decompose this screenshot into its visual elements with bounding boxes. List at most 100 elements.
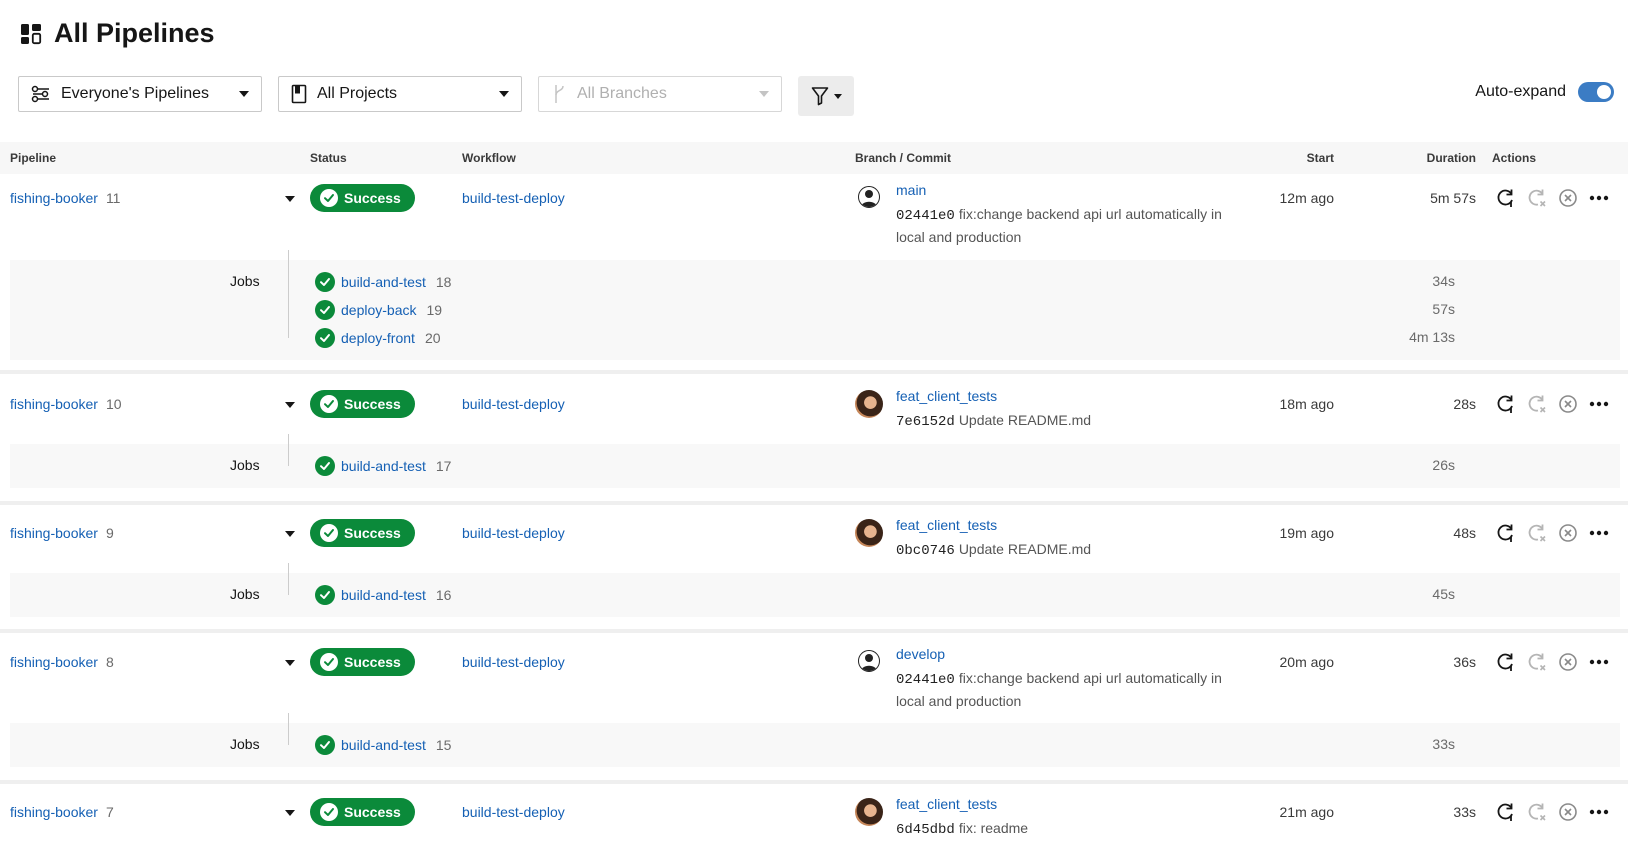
rerun-failed-icon[interactable] (1527, 188, 1547, 208)
job-name-link[interactable]: deploy-back (341, 302, 417, 318)
cancel-icon[interactable] (1558, 802, 1578, 822)
pipeline-number: 11 (105, 190, 121, 206)
more-options-icon[interactable] (1589, 802, 1609, 822)
pipeline-duration: 33s (1453, 804, 1476, 820)
job-item[interactable]: deploy-front 20 (315, 328, 441, 348)
rerun-failed-icon[interactable] (1527, 652, 1547, 672)
rerun-icon[interactable] (1496, 652, 1516, 672)
column-header-branch-commit: Branch / Commit (855, 151, 952, 165)
status-badge[interactable]: Success (310, 798, 415, 826)
expand-caret-icon[interactable] (285, 810, 295, 816)
filter-button[interactable] (798, 76, 854, 116)
job-item[interactable]: build-and-test 18 (315, 272, 451, 292)
job-item[interactable]: deploy-back 19 (315, 300, 442, 320)
commit-sha[interactable]: 0bc0746 (896, 543, 955, 559)
job-number: 18 (435, 274, 452, 290)
workflow-link[interactable]: build-test-deploy (462, 525, 565, 541)
job-number: 20 (424, 330, 441, 346)
pipeline-name-link[interactable]: fishing-booker 9 (10, 525, 114, 541)
column-header-pipeline: Pipeline (10, 151, 57, 165)
workflow-link[interactable]: build-test-deploy (462, 396, 565, 412)
rerun-failed-icon[interactable] (1527, 394, 1547, 414)
more-options-icon[interactable] (1589, 394, 1609, 414)
cancel-icon[interactable] (1558, 394, 1578, 414)
job-name-link[interactable]: build-and-test (341, 737, 426, 753)
pipeline-actions (1496, 652, 1609, 672)
workflow-link[interactable]: build-test-deploy (462, 654, 565, 670)
cancel-icon[interactable] (1558, 523, 1578, 543)
branch-link[interactable]: main (896, 182, 926, 198)
pipeline-number: 10 (105, 396, 122, 412)
job-name-link[interactable]: build-and-test (341, 458, 426, 474)
pipeline-name-link[interactable]: fishing-booker 10 (10, 396, 122, 412)
jobs-panel: Jobs build-and-test 18 34s deploy-back 1… (10, 250, 1620, 360)
cancel-icon[interactable] (1558, 652, 1578, 672)
jobs-panel: Jobs build-and-test 16 45s (10, 563, 1620, 617)
pipeline-duration: 5m 57s (1430, 190, 1476, 206)
workflow-link[interactable]: build-test-deploy (462, 190, 565, 206)
more-options-icon[interactable] (1589, 188, 1609, 208)
rerun-failed-icon[interactable] (1527, 523, 1547, 543)
branch-link[interactable]: feat_client_tests (896, 388, 997, 404)
expand-caret-icon[interactable] (285, 402, 295, 408)
status-badge[interactable]: Success (310, 648, 415, 676)
job-duration: 4m 13s (1409, 329, 1455, 345)
rerun-failed-icon[interactable] (1527, 802, 1547, 822)
projects-select[interactable]: All Projects (278, 76, 522, 112)
rerun-icon[interactable] (1496, 523, 1516, 543)
pipelines-select[interactable]: Everyone's Pipelines (18, 76, 262, 112)
job-number: 15 (435, 737, 452, 753)
jobs-tree-line (288, 434, 289, 466)
branch-link[interactable]: feat_client_tests (896, 796, 997, 812)
branch-link[interactable]: develop (896, 646, 945, 662)
filter-bar: Everyone's Pipelines All Projects All Br… (18, 76, 1614, 116)
start-time: 20m ago (1279, 654, 1334, 670)
branches-select[interactable]: All Branches (538, 76, 782, 112)
more-options-icon[interactable] (1589, 652, 1609, 672)
job-name-link[interactable]: deploy-front (341, 330, 415, 346)
status-label: Success (344, 804, 401, 820)
jobs-tree-line (288, 713, 289, 745)
sliders-icon (31, 85, 49, 103)
workflow-link[interactable]: build-test-deploy (462, 804, 565, 820)
job-name-link[interactable]: build-and-test (341, 587, 426, 603)
pipeline-name-link[interactable]: fishing-booker 7 (10, 804, 114, 820)
check-circle-icon (315, 456, 335, 476)
job-item[interactable]: build-and-test 16 (315, 585, 451, 605)
job-item[interactable]: build-and-test 15 (315, 735, 451, 755)
status-badge[interactable]: Success (310, 184, 415, 212)
filter-icon (811, 87, 828, 106)
more-options-icon[interactable] (1589, 523, 1609, 543)
pipeline-actions (1496, 394, 1609, 414)
rerun-icon[interactable] (1496, 188, 1516, 208)
page-header: All Pipelines (20, 18, 215, 49)
check-circle-icon (320, 653, 338, 671)
pipeline-name-link[interactable]: fishing-booker 8 (10, 654, 114, 670)
commit-sha[interactable]: 02441e0 (896, 672, 955, 688)
check-circle-icon (315, 300, 335, 320)
commit-sha[interactable]: 6d45dbd (896, 822, 955, 838)
cancel-icon[interactable] (1558, 188, 1578, 208)
pipeline-name-link[interactable]: fishing-booker 11 (10, 190, 120, 206)
status-badge[interactable]: Success (310, 390, 415, 418)
row-divider (0, 370, 1628, 374)
rerun-icon[interactable] (1496, 394, 1516, 414)
job-item[interactable]: build-and-test 17 (315, 456, 451, 476)
commit-sha[interactable]: 02441e0 (896, 208, 955, 224)
rerun-icon[interactable] (1496, 802, 1516, 822)
column-header-actions: Actions (1492, 151, 1537, 165)
job-name-link[interactable]: build-and-test (341, 274, 426, 290)
commit-sha[interactable]: 7e6152d (896, 414, 955, 430)
expand-caret-icon[interactable] (285, 196, 295, 202)
auto-expand-label: Auto-expand (1475, 83, 1566, 100)
auto-expand-toggle[interactable] (1578, 82, 1614, 102)
status-badge[interactable]: Success (310, 519, 415, 547)
row-divider (0, 501, 1628, 505)
commit-message: Update README.md (958, 412, 1092, 428)
expand-caret-icon[interactable] (285, 660, 295, 666)
branch-link[interactable]: feat_client_tests (896, 517, 997, 533)
job-duration: 45s (1432, 586, 1455, 602)
user-avatar (855, 798, 883, 826)
expand-caret-icon[interactable] (285, 531, 295, 537)
job-duration: 34s (1432, 273, 1455, 289)
